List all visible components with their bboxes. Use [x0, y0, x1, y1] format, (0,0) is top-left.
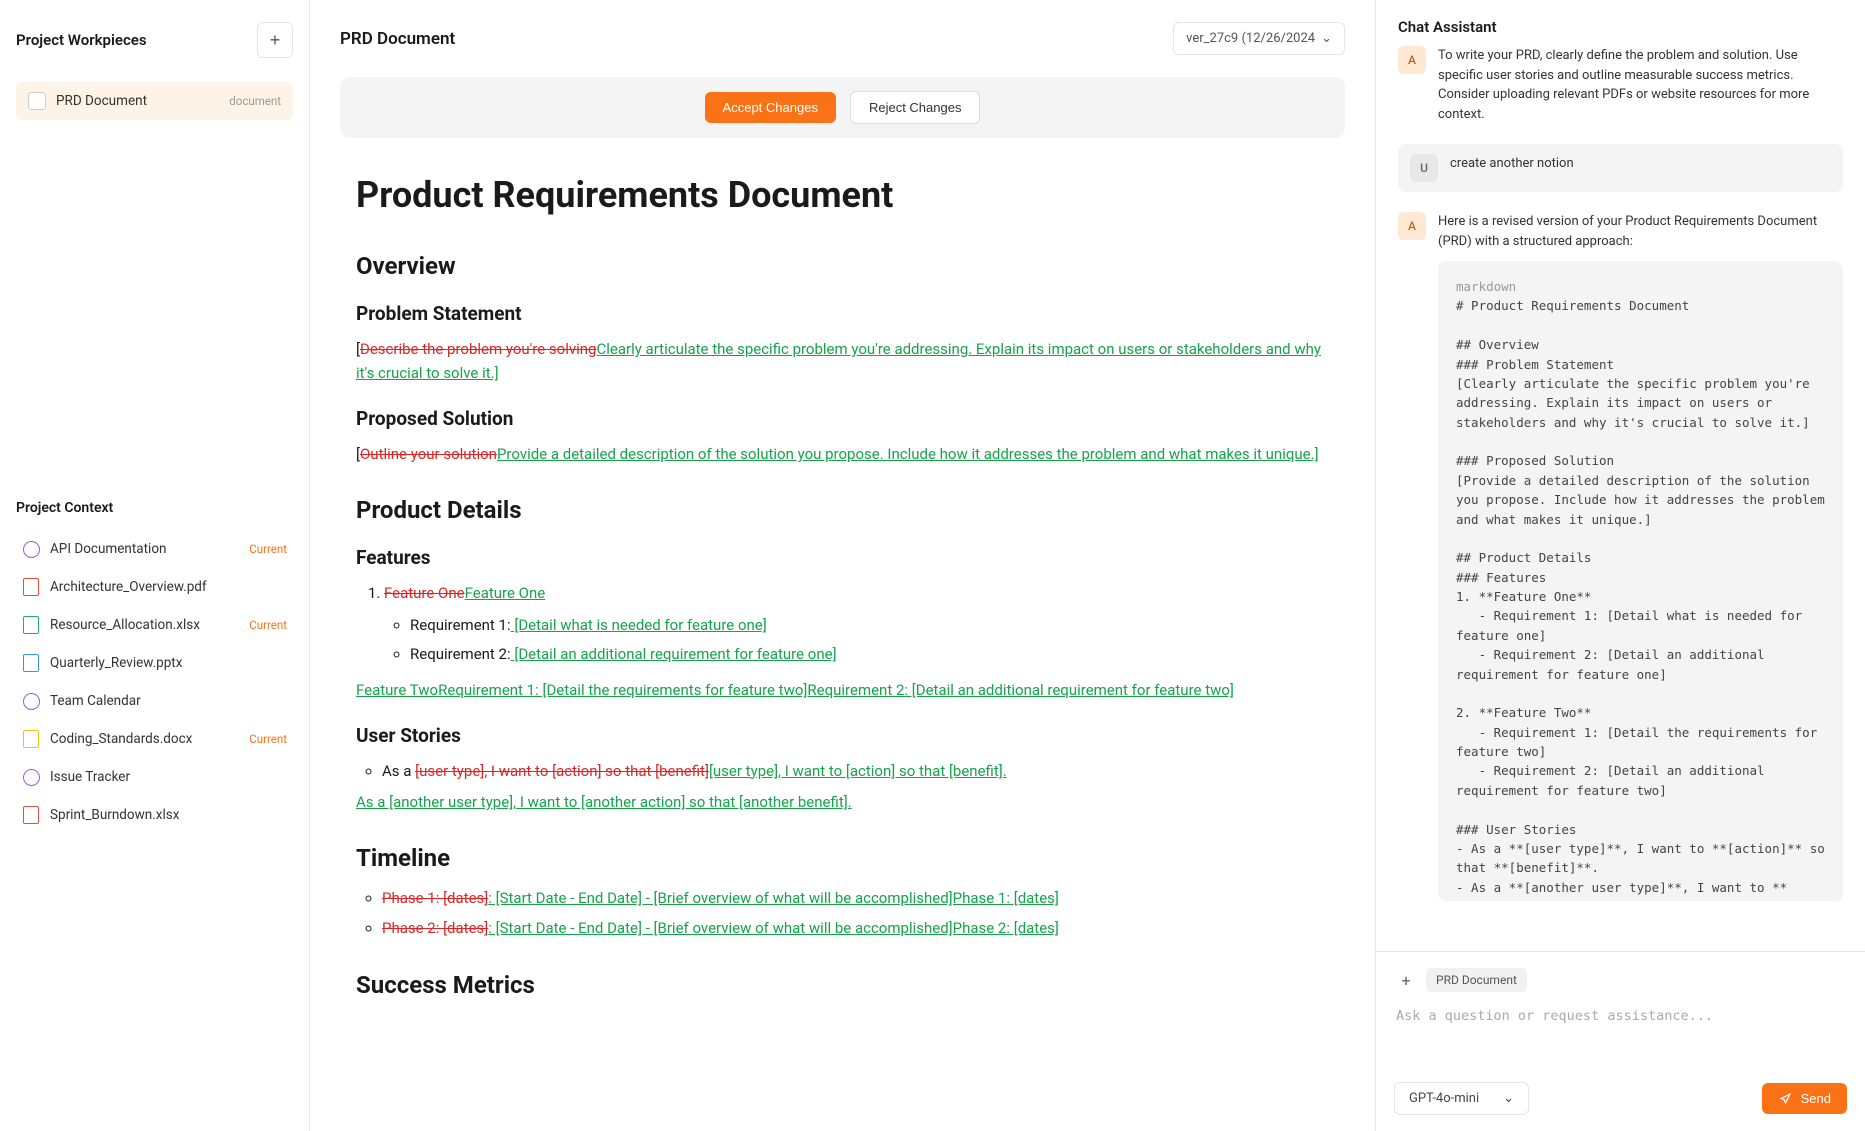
current-badge: Current — [249, 618, 287, 632]
context-title: Project Context — [16, 500, 293, 516]
features-h3: Features — [356, 546, 1329, 569]
phase2: Phase 2: [dates]: [Start Date - End Date… — [382, 916, 1329, 942]
user-message: U create another notion — [1398, 144, 1843, 192]
context-chip[interactable]: PRD Document — [1426, 968, 1527, 992]
add-workpiece-button[interactable]: + — [257, 22, 293, 58]
f1-r1: Requirement 1: [Detail what is needed fo… — [410, 613, 1329, 639]
code-block[interactable]: markdown # Product Requirements Document… — [1438, 261, 1843, 901]
sidebar: Project Workpieces + PRD Document docume… — [0, 0, 310, 1131]
msg-text: create another notion — [1450, 154, 1574, 182]
chat-bottom: GPT-4o-mini ⌄ Send — [1394, 1082, 1847, 1115]
feature-one: Feature OneFeature One Requirement 1: [D… — [384, 581, 1329, 668]
context-item[interactable]: Quarterly_Review.pptx — [16, 644, 293, 682]
file-icon — [22, 730, 40, 748]
context-item[interactable]: Team Calendar — [16, 682, 293, 720]
doc-title: PRD Document — [340, 29, 455, 49]
ctx-name: Architecture_Overview.pdf — [50, 579, 287, 595]
avatar-assistant: A — [1398, 46, 1426, 74]
doc-h1: Product Requirements Document — [356, 174, 1329, 216]
workpiece-name: PRD Document — [56, 93, 219, 109]
context-item[interactable]: Architecture_Overview.pdf — [16, 568, 293, 606]
context-item[interactable]: API Documentation Current — [16, 530, 293, 568]
userstories-h3: User Stories — [356, 724, 1329, 747]
chat-title: Chat Assistant — [1376, 0, 1865, 46]
context-item[interactable]: Resource_Allocation.xlsx Current — [16, 606, 293, 644]
us1: As a [user type], I want to [action] so … — [382, 759, 1329, 785]
add-context-button[interactable]: + — [1394, 968, 1418, 992]
file-icon — [22, 616, 40, 634]
metrics-h2: Success Metrics — [356, 971, 1329, 999]
chat-input-area: + PRD Document GPT-4o-mini ⌄ Send — [1376, 951, 1865, 1131]
details-h2: Product Details — [356, 496, 1329, 524]
chat-panel: Chat Assistant A To write your PRD, clea… — [1375, 0, 1865, 1131]
assistant-message: A Here is a revised version of your Prod… — [1398, 212, 1843, 901]
feature-two-ins: Feature TwoRequirement 1: [Detail the re… — [356, 678, 1329, 702]
ctx-name: Issue Tracker — [50, 769, 287, 785]
timeline-h2: Timeline — [356, 844, 1329, 872]
doc-header: PRD Document ver_27c9 (12/26/2024 ⌄ — [310, 0, 1375, 67]
chip-row: + PRD Document — [1394, 968, 1847, 992]
solution-h3: Proposed Solution — [356, 407, 1329, 430]
ctx-name: Coding_Standards.docx — [50, 731, 239, 747]
globe-icon — [22, 692, 40, 710]
ctx-name: Team Calendar — [50, 693, 287, 709]
globe-icon — [22, 768, 40, 786]
us2: As a [another user type], I want to [ano… — [356, 790, 1329, 814]
msg-text: To write your PRD, clearly define the pr… — [1438, 46, 1843, 124]
chevron-down-icon: ⌄ — [1503, 1091, 1514, 1106]
solution-del: Outline your solution — [360, 445, 497, 463]
file-icon — [22, 578, 40, 596]
model-label: GPT-4o-mini — [1409, 1091, 1479, 1106]
chat-messages[interactable]: A To write your PRD, clearly define the … — [1376, 46, 1865, 951]
ctx-name: API Documentation — [50, 541, 239, 557]
send-button[interactable]: Send — [1762, 1083, 1847, 1114]
reject-button[interactable]: Reject Changes — [850, 91, 981, 124]
workpiece-tag: document — [229, 94, 281, 108]
file-icon — [22, 654, 40, 672]
solution-ins: Provide a detailed description of the so… — [497, 445, 1319, 463]
context-item[interactable]: Issue Tracker — [16, 758, 293, 796]
chat-input[interactable] — [1394, 1002, 1847, 1072]
main: PRD Document ver_27c9 (12/26/2024 ⌄ Acce… — [310, 0, 1375, 1131]
doc-icon — [28, 92, 46, 110]
version-label: ver_27c9 (12/26/2024 — [1186, 31, 1315, 46]
sidebar-header: Project Workpieces + — [16, 22, 293, 58]
ctx-name: Quarterly_Review.pptx — [50, 655, 287, 671]
send-icon — [1778, 1091, 1793, 1106]
context-item[interactable]: Coding_Standards.docx Current — [16, 720, 293, 758]
problem-para: [Describe the problem you're solvingClea… — [356, 337, 1329, 385]
workpiece-item[interactable]: PRD Document document — [16, 82, 293, 120]
sidebar-title: Project Workpieces — [16, 31, 147, 49]
review-bar: Accept Changes Reject Changes — [340, 77, 1345, 138]
file-icon — [22, 806, 40, 824]
accept-button[interactable]: Accept Changes — [705, 92, 836, 123]
msg-text: Here is a revised version of your Produc… — [1438, 212, 1843, 901]
ctx-name: Resource_Allocation.xlsx — [50, 617, 239, 633]
avatar-user: U — [1410, 154, 1438, 182]
chevron-down-icon: ⌄ — [1321, 31, 1332, 46]
f1-r2: Requirement 2: [Detail an additional req… — [410, 642, 1329, 668]
current-badge: Current — [249, 542, 287, 556]
model-select[interactable]: GPT-4o-mini ⌄ — [1394, 1082, 1529, 1115]
problem-del: Describe the problem you're solving — [360, 340, 597, 358]
globe-icon — [22, 540, 40, 558]
context-item[interactable]: Sprint_Burndown.xlsx — [16, 796, 293, 834]
overview-h2: Overview — [356, 252, 1329, 280]
problem-h3: Problem Statement — [356, 302, 1329, 325]
avatar-assistant: A — [1398, 212, 1426, 240]
version-select[interactable]: ver_27c9 (12/26/2024 ⌄ — [1173, 22, 1345, 55]
solution-para: [Outline your solutionProvide a detailed… — [356, 442, 1329, 466]
phase1: Phase 1: [dates]: [Start Date - End Date… — [382, 886, 1329, 912]
current-badge: Current — [249, 732, 287, 746]
ctx-name: Sprint_Burndown.xlsx — [50, 807, 287, 823]
assistant-message: A To write your PRD, clearly define the … — [1398, 46, 1843, 124]
doc-body[interactable]: Product Requirements Document Overview P… — [310, 158, 1375, 1131]
